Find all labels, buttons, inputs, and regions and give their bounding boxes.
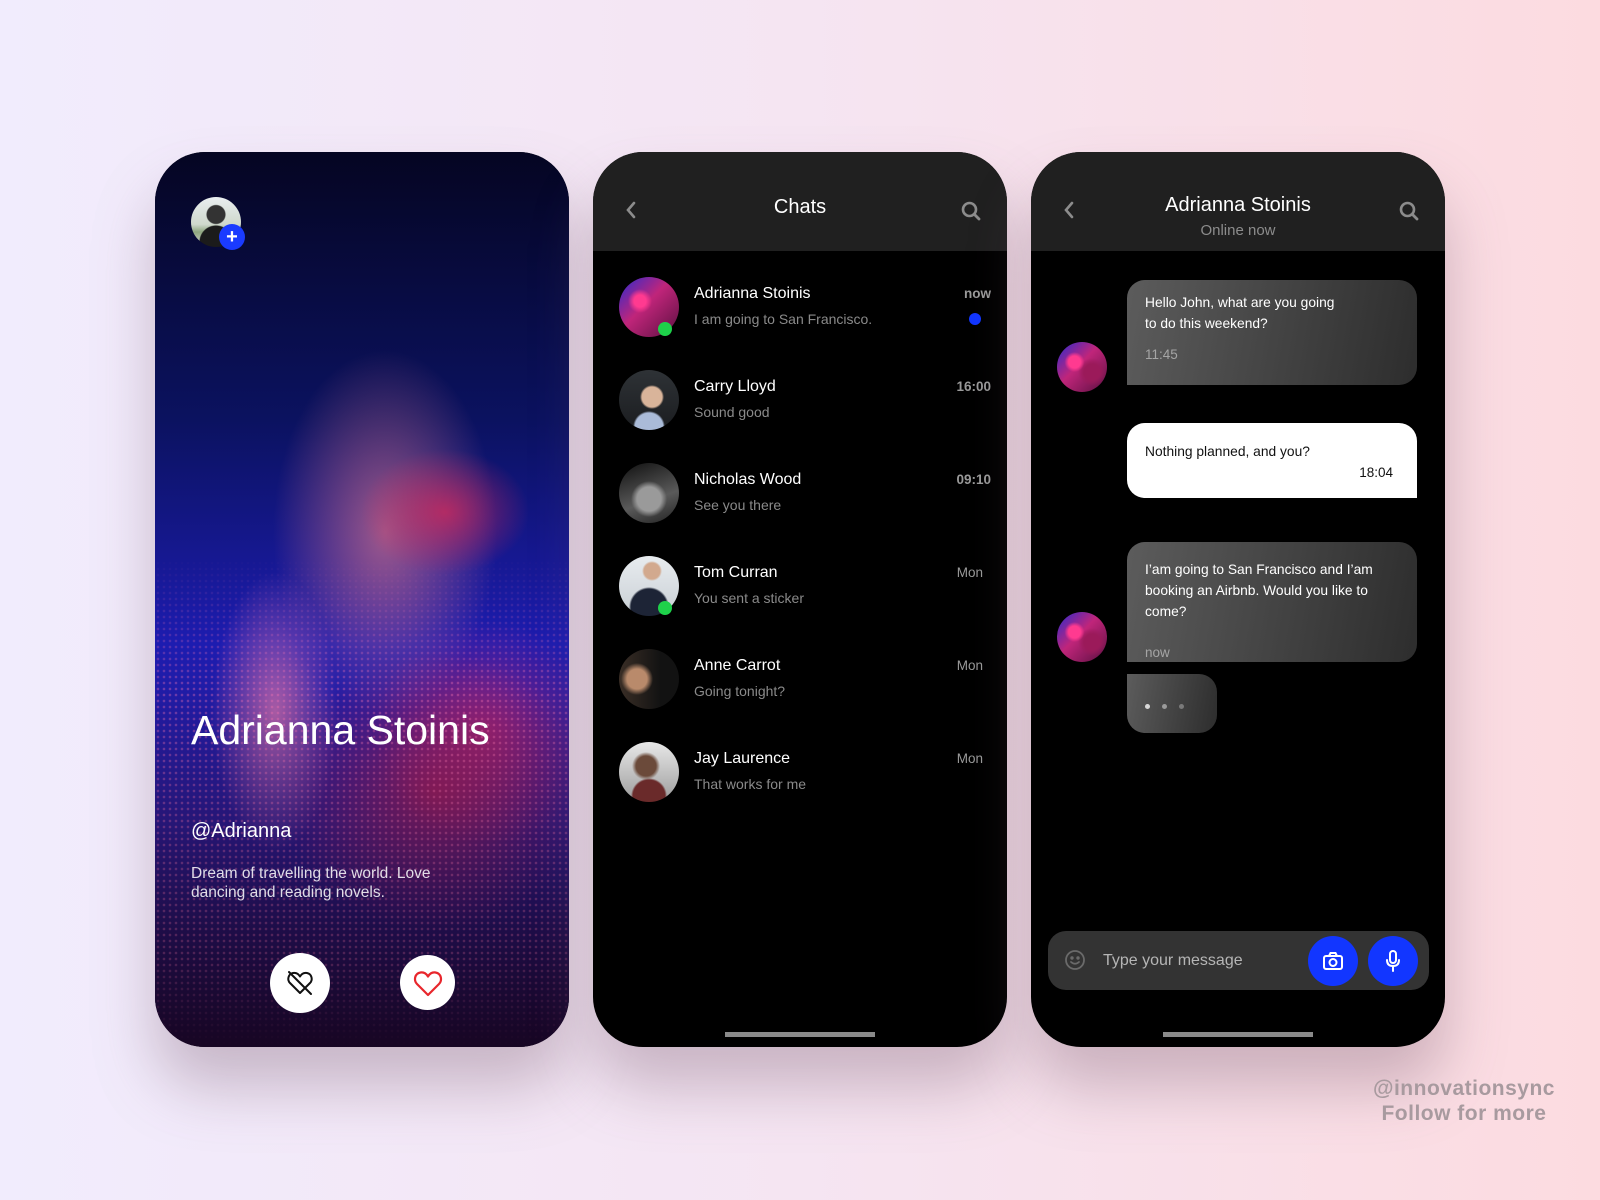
heart-icon [413, 970, 442, 996]
avatar [619, 742, 679, 802]
chat-preview: Sound good [694, 404, 770, 420]
chat-time: Mon [956, 565, 983, 580]
conversation-header: Adrianna Stoinis Online now [1031, 152, 1445, 251]
typing-dot [1145, 704, 1150, 709]
broken-heart-icon [287, 971, 313, 995]
chat-list-item[interactable]: Jay Laurence That works for me Mon [593, 742, 1007, 822]
profile-handle: @Adrianna [191, 820, 292, 842]
like-button[interactable] [400, 955, 455, 1010]
chat-list-item[interactable]: Adrianna Stoinis I am going to San Franci… [593, 277, 1007, 357]
watermark-cta: Follow for more [1381, 1102, 1547, 1125]
message-text: Hello John, what are you going to do thi… [1145, 295, 1335, 331]
typing-indicator [1127, 674, 1217, 733]
profile-bio: Dream of travelling the world. Love danc… [191, 865, 431, 901]
chat-list-item[interactable]: Carry Lloyd Sound good 16:00 [593, 370, 1007, 450]
microphone-button[interactable] [1368, 936, 1418, 986]
chat-name: Jay Laurence [694, 750, 791, 767]
chat-preview: See you there [694, 497, 782, 513]
chat-list-item[interactable]: Anne Carrot Going tonight? Mon [593, 649, 1007, 729]
chat-name: Nicholas Wood [694, 471, 802, 488]
message-time: now [1145, 645, 1170, 660]
chat-preview: You sent a sticker [694, 590, 804, 606]
typing-dot [1162, 704, 1167, 709]
chat-time: 09:10 [956, 472, 991, 487]
avatar [619, 649, 679, 709]
avatar [619, 463, 679, 523]
search-button[interactable] [1397, 199, 1421, 223]
camera-button[interactable] [1308, 936, 1358, 986]
contact-avatar[interactable] [1057, 612, 1107, 662]
chat-name: Carry Lloyd [694, 378, 776, 395]
search-icon [961, 201, 981, 221]
home-indicator[interactable] [1163, 1032, 1313, 1037]
microphone-icon [1386, 950, 1400, 972]
online-status-dot [658, 601, 672, 615]
avatar [619, 370, 679, 430]
camera-icon [1323, 952, 1343, 970]
chat-time: now [964, 286, 991, 301]
search-button[interactable] [959, 199, 983, 223]
contact-name: Adrianna Stoinis [1165, 194, 1311, 216]
chat-name: Adrianna Stoinis [694, 285, 811, 302]
chats-header: Chats [593, 152, 1007, 251]
message-time: 18:04 [1359, 465, 1393, 480]
watermark: @innovationsync Follow for more [1373, 1076, 1555, 1126]
chat-preview: I am going to San Francisco. [694, 311, 873, 327]
chat-time: Mon [956, 751, 983, 766]
message-bubble-incoming: Hello John, what are you going to do thi… [1127, 280, 1417, 385]
online-status-dot [658, 322, 672, 336]
conversation-screen: Adrianna Stoinis Online now Hello John, … [1031, 152, 1445, 1047]
plus-icon[interactable]: + [219, 224, 245, 250]
emoji-button[interactable] [1064, 949, 1088, 973]
unread-indicator [969, 313, 981, 325]
chat-time: 16:00 [956, 379, 991, 394]
chat-time: Mon [956, 658, 983, 673]
message-bubble-outgoing: Nothing planned, and you? 18:04 [1127, 423, 1417, 498]
chat-preview: Going tonight? [694, 683, 786, 699]
search-icon [1399, 201, 1419, 221]
chat-name: Anne Carrot [694, 657, 781, 674]
profile-screen: + Adrianna Stoinis @Adrianna Dream of tr… [155, 152, 569, 1047]
message-time: 11:45 [1145, 347, 1178, 362]
chat-preview: That works for me [694, 776, 807, 792]
typing-dot [1179, 704, 1184, 709]
message-text: Nothing planned, and you? [1145, 444, 1310, 459]
profile-name: Adrianna Stoinis [191, 707, 490, 753]
page-title: Chats [773, 196, 827, 218]
dislike-button[interactable] [270, 953, 330, 1013]
chat-name: Tom Curran [694, 564, 778, 581]
chats-screen: Chats Adrianna Stoinis I am going to San … [593, 152, 1007, 1047]
contact-status: Online now [1200, 222, 1276, 239]
home-indicator[interactable] [725, 1032, 875, 1037]
message-bubble-incoming: I’am going to San Francisco and I’am boo… [1127, 542, 1417, 662]
chat-list-item[interactable]: Tom Curran You sent a sticker Mon [593, 556, 1007, 636]
emoji-icon [1065, 950, 1085, 970]
contact-avatar[interactable] [1057, 342, 1107, 392]
watermark-handle: @innovationsync [1372, 1077, 1555, 1100]
chat-list-item[interactable]: Nicholas Wood See you there 09:10 [593, 463, 1007, 543]
message-input[interactable] [1103, 945, 1303, 977]
message-text: I’am going to San Francisco and I’am boo… [1145, 562, 1373, 619]
message-composer [1048, 931, 1429, 990]
